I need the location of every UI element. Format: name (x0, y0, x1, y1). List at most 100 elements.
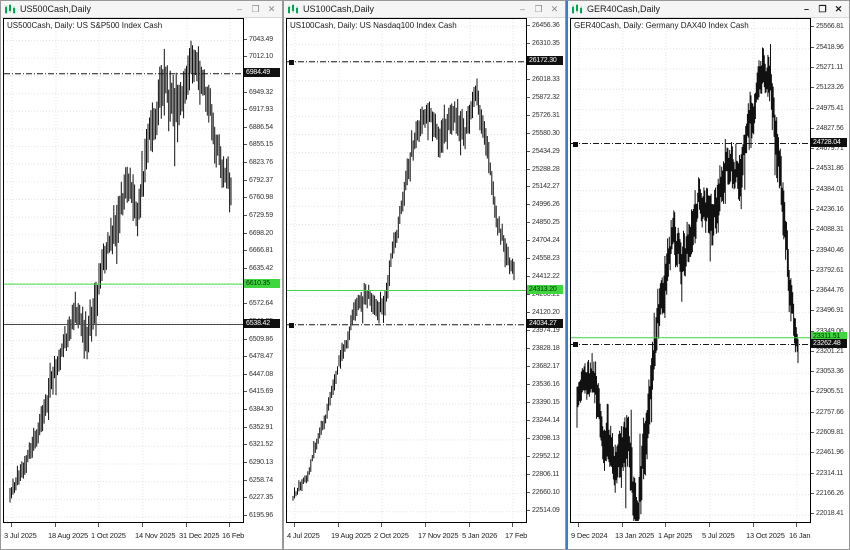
price-tick-label: 22905.51 (816, 388, 844, 395)
price-tick-label: 23496.91 (816, 307, 844, 314)
price-tick-mark (811, 108, 814, 109)
window-titlebar[interactable]: US100Cash,Daily – ❐ ✕ (284, 1, 565, 18)
price-tick: 24975.41 (811, 105, 849, 113)
level-line-anchor[interactable] (289, 323, 294, 328)
price-axis[interactable]: 25566.8125418.9625271.1125123.2624975.41… (811, 18, 849, 523)
price-tick: 6478.47 (244, 353, 282, 361)
price-axis[interactable]: 7043.497012.106980.716949.326917.936886.… (244, 18, 282, 523)
minimize-button[interactable]: – (799, 3, 814, 16)
price-tick-label: 26018.33 (532, 76, 560, 83)
price-tick: 23792.61 (811, 267, 849, 275)
date-tick-mark (753, 523, 754, 527)
price-tick-mark (527, 294, 530, 295)
price-tick-mark (244, 374, 247, 375)
level-line-anchor[interactable] (289, 60, 294, 65)
date-tick-mark (512, 523, 513, 527)
price-chart-svg (287, 19, 526, 522)
price-tick: 23244.14 (527, 417, 565, 425)
price-tick-label: 25271.11 (816, 64, 843, 71)
chart-window-us100: US100Cash,Daily – ❐ ✕ US100Cash, Daily: … (283, 0, 566, 550)
close-button[interactable]: ✕ (547, 3, 562, 16)
price-tick: 6195.96 (244, 512, 282, 520)
price-tick: 6698.20 (244, 230, 282, 238)
price-tick-label: 24850.25 (532, 219, 560, 226)
price-tick-label: 24120.20 (532, 309, 560, 316)
close-button[interactable]: ✕ (264, 3, 279, 16)
price-tick-label: 6729.59 (249, 212, 273, 219)
price-tick-mark (527, 402, 530, 403)
minimize-button[interactable]: – (515, 3, 530, 16)
price-tick-mark (527, 240, 530, 241)
price-tick: 23201.21 (811, 348, 849, 356)
price-tick: 6509.86 (244, 336, 282, 344)
level-line-anchor[interactable] (573, 142, 578, 147)
price-tick-mark (811, 452, 814, 453)
date-tick-label: 5 Jul 2025 (702, 531, 735, 540)
price-tick-label: 23098.13 (532, 435, 560, 442)
price-tick: 22952.12 (527, 453, 565, 461)
price-tick: 23974.19 (527, 327, 565, 335)
price-tick-mark (244, 303, 247, 304)
price-tick-mark (244, 250, 247, 251)
close-button[interactable]: ✕ (831, 3, 846, 16)
price-tick-mark (244, 215, 247, 216)
current-price-badge: 23262.48 (811, 339, 847, 348)
date-tick-label: 5 Jan 2026 (462, 531, 497, 540)
date-axis[interactable]: 4 Jul 202519 Aug 20252 Oct 202517 Nov 20… (286, 523, 527, 549)
price-tick: 24827.56 (811, 125, 849, 133)
date-tick-mark (578, 523, 579, 527)
date-axis[interactable]: 3 Jul 202518 Aug 20251 Oct 202514 Nov 20… (3, 523, 244, 549)
chart-description-label: US500Cash, Daily: US S&P500 Index Cash (7, 21, 162, 30)
price-tick-mark (811, 67, 814, 68)
price-tick-label: 6792.37 (249, 177, 273, 184)
price-tick-label: 24088.31 (816, 226, 844, 233)
price-tick-label: 25288.28 (532, 166, 560, 173)
level-price-badge-green: 6610.35 (244, 279, 280, 288)
price-tick-mark (811, 168, 814, 169)
level-line-anchor[interactable] (573, 342, 578, 347)
date-axis[interactable]: 9 Dec 202413 Jan 20251 Apr 20255 Jul 202… (570, 523, 811, 549)
price-tick: 6415.69 (244, 388, 282, 396)
chart-plot-area[interactable]: US500Cash, Daily: US S&P500 Index Cash (3, 18, 244, 523)
price-tick: 7043.49 (244, 36, 282, 44)
date-tick-mark (186, 523, 187, 527)
maximize-button[interactable]: ❐ (815, 3, 830, 16)
price-tick-mark (244, 180, 247, 181)
price-tick: 6447.08 (244, 371, 282, 379)
price-tick-mark (811, 493, 814, 494)
minimize-button[interactable]: – (232, 3, 247, 16)
price-tick-mark (527, 151, 530, 152)
price-tick: 25434.29 (527, 148, 565, 156)
date-tick-mark (796, 523, 797, 527)
price-tick: 6258.74 (244, 477, 282, 485)
price-tick-mark (244, 462, 247, 463)
price-tick-label: 6917.93 (249, 106, 273, 113)
date-tick-label: 16 Feb 2026 (222, 531, 244, 540)
price-tick-mark (811, 412, 814, 413)
maximize-button[interactable]: ❐ (248, 3, 263, 16)
price-tick: 22609.81 (811, 429, 849, 437)
date-tick-label: 19 Aug 2025 (331, 531, 371, 540)
price-tick: 24088.31 (811, 226, 849, 234)
date-tick-label: 14 Nov 2025 (135, 531, 175, 540)
price-tick-label: 22166.26 (816, 490, 844, 497)
price-tick-label: 25434.29 (532, 148, 560, 155)
chart-plot-area[interactable]: GER40Cash, Daily: Germany DAX40 Index Ca… (570, 18, 811, 523)
price-tick-label: 6478.47 (249, 353, 273, 360)
window-controls: – ❐ ✕ (232, 3, 279, 16)
price-tick-mark (244, 497, 247, 498)
window-titlebar[interactable]: US500Cash,Daily – ❐ ✕ (1, 1, 282, 18)
price-tick-mark (527, 43, 530, 44)
price-tick-label: 25123.26 (816, 84, 844, 91)
price-tick-mark (244, 391, 247, 392)
price-axis[interactable]: 26456.3626310.3526164.3426018.3325872.32… (527, 18, 565, 523)
window-titlebar[interactable]: GER40Cash,Daily – ❐ ✕ (568, 1, 849, 18)
price-tick-mark (811, 128, 814, 129)
maximize-button[interactable]: ❐ (531, 3, 546, 16)
price-tick-mark (527, 115, 530, 116)
price-tick-mark (244, 56, 247, 57)
chart-plot-area[interactable]: US100Cash, Daily: US Nasdaq100 Index Cas… (286, 18, 527, 523)
price-tick: 24120.20 (527, 309, 565, 317)
price-tick-label: 24384.01 (816, 186, 844, 193)
price-tick: 22660.10 (527, 489, 565, 497)
